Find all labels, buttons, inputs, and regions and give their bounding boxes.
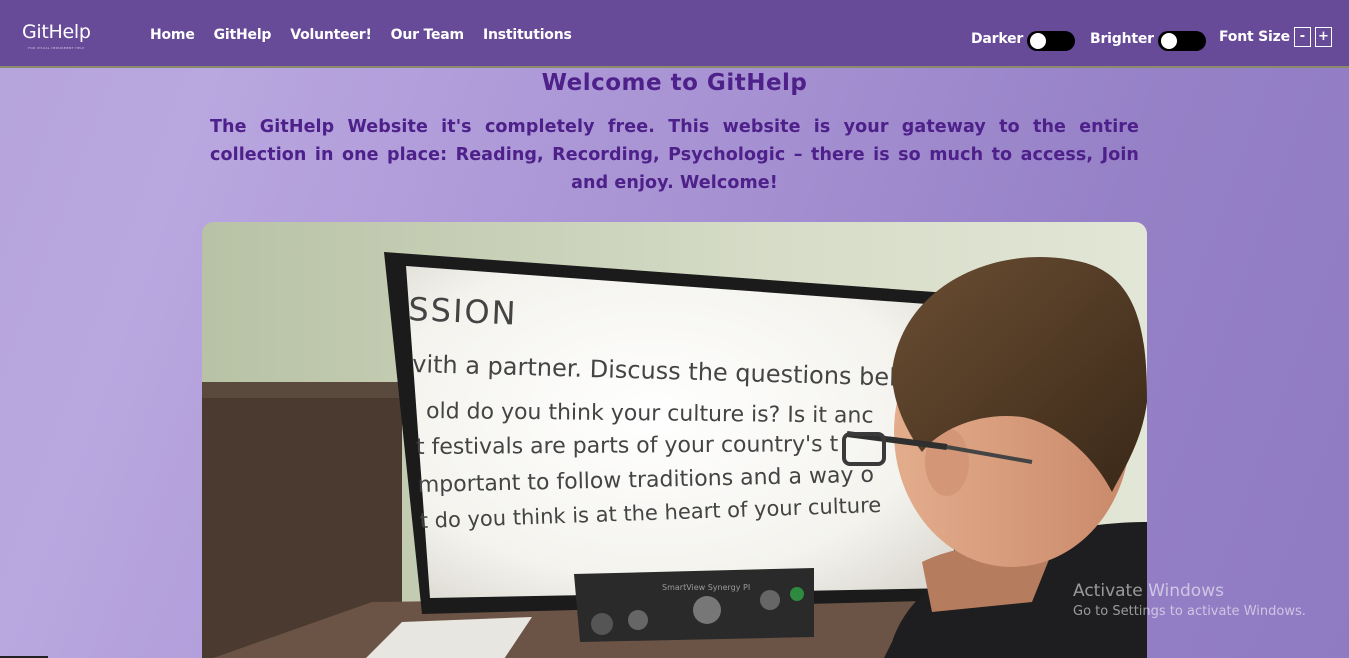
brighter-control: Brighter bbox=[1090, 27, 1206, 51]
font-decrease-button[interactable]: - bbox=[1293, 27, 1311, 47]
font-size-control: Font Size - + bbox=[1219, 27, 1332, 47]
darker-control: Darker bbox=[971, 27, 1076, 51]
logo-text: GitHelp bbox=[22, 21, 91, 43]
nav-home-link[interactable]: Home bbox=[150, 27, 195, 43]
watermark-subtitle: Go to Settings to activate Windows. bbox=[1073, 604, 1306, 619]
logo-tagline: FOR VISUAL IMPAIRMENT HELP bbox=[28, 46, 85, 50]
nav-institutions-link[interactable]: Institutions bbox=[483, 27, 572, 43]
navbar: GitHelp FOR VISUAL IMPAIRMENT HELP Home … bbox=[0, 0, 1349, 68]
nav-githelp-link[interactable]: GitHelp bbox=[214, 27, 272, 43]
activation-watermark: Activate Windows Go to Settings to activ… bbox=[1073, 580, 1306, 622]
screen-line: t festivals are parts of your country's … bbox=[416, 432, 839, 460]
nav-volunteer-link[interactable]: Volunteer! bbox=[290, 27, 372, 43]
hero-image: SSION vith a partner. Discuss the questi… bbox=[202, 222, 1147, 658]
screen-line: SSION bbox=[408, 290, 519, 333]
brighter-label: Brighter bbox=[1090, 31, 1154, 47]
brighter-toggle[interactable] bbox=[1157, 31, 1206, 51]
page-title: Welcome to GitHelp bbox=[541, 70, 808, 96]
intro-text: The GitHelp Website it's completely free… bbox=[210, 117, 1139, 193]
font-increase-button[interactable]: + bbox=[1314, 27, 1332, 47]
darker-toggle[interactable] bbox=[1027, 31, 1076, 51]
site-logo[interactable]: GitHelp FOR VISUAL IMPAIRMENT HELP bbox=[22, 20, 91, 50]
main-nav: Home GitHelp Volunteer! Our Team Institu… bbox=[150, 27, 572, 43]
darker-label: Darker bbox=[971, 31, 1024, 47]
screen-line: old do you think your culture is? Is it … bbox=[426, 399, 874, 429]
nav-our-team-link[interactable]: Our Team bbox=[391, 27, 464, 43]
hero-illustration: SSION vith a partner. Discuss the questi… bbox=[202, 222, 1147, 658]
watermark-title: Activate Windows bbox=[1073, 581, 1224, 601]
brighter-toggle-knob bbox=[1160, 33, 1177, 49]
darker-toggle-knob bbox=[1030, 33, 1047, 49]
font-size-label: Font Size bbox=[1219, 29, 1290, 45]
device-label: SmartView Synergy PI bbox=[662, 583, 750, 592]
